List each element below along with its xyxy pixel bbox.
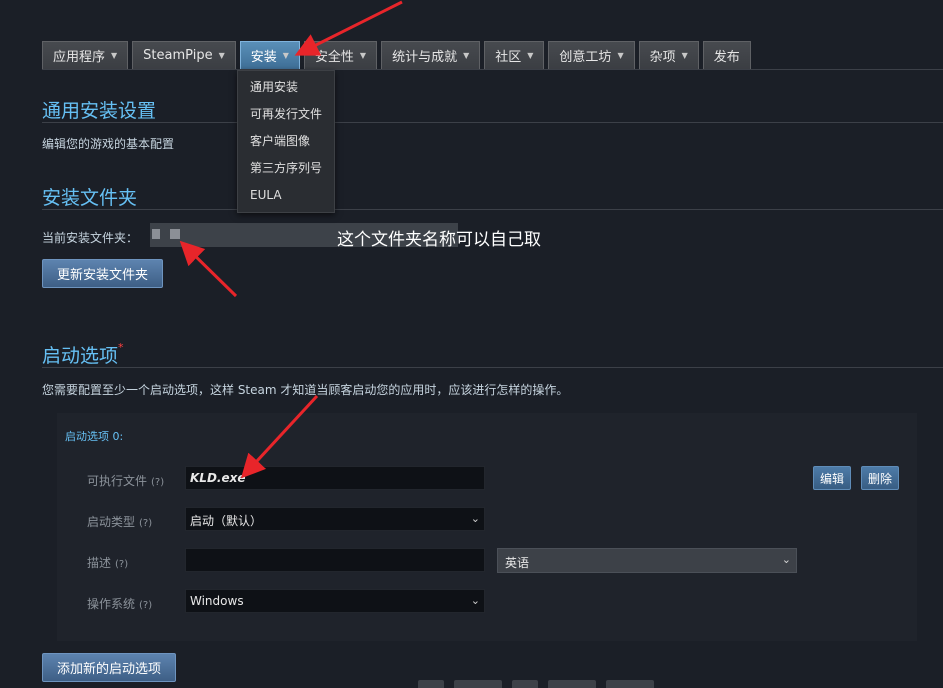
section-divider — [42, 209, 943, 210]
help-icon[interactable]: (?) — [139, 600, 152, 611]
chevron-down-icon: ⌄ — [781, 553, 791, 566]
launch-type-label-text: 启动类型 — [87, 515, 136, 529]
language-select[interactable]: 英语 ⌄ — [497, 548, 797, 573]
launch-options-description: 您需要配置至少一个启动选项，这样 Steam 才知道当顾客启动您的应用时，应该进… — [42, 383, 569, 397]
caret-down-icon: ▼ — [282, 51, 289, 60]
tab-applications[interactable]: 应用程序 ▼ — [42, 41, 129, 69]
edit-button[interactable]: 编辑 — [813, 466, 852, 490]
page-button[interactable] — [418, 680, 444, 688]
update-install-folder-button[interactable]: 更新安装文件夹 — [42, 259, 164, 288]
tab-community[interactable]: 社区 ▼ — [484, 41, 545, 69]
tab-label: 社区 — [495, 50, 522, 65]
caret-down-icon: ▼ — [359, 51, 367, 60]
tab-label: 统计与成就 — [392, 50, 458, 65]
tab-label: 杂项 — [649, 50, 676, 65]
help-icon[interactable]: (?) — [151, 477, 164, 488]
caret-down-icon: ▼ — [527, 51, 534, 60]
os-select[interactable]: Windows ⌄ — [185, 589, 485, 613]
tab-label: SteamPipe — [143, 48, 213, 63]
tab-workshop[interactable]: 创意工坊 ▼ — [548, 41, 635, 69]
tab-label: 应用程序 — [53, 50, 106, 65]
caret-down-icon: ▼ — [218, 51, 225, 60]
launch-options-title-text: 启动选项 — [42, 345, 119, 367]
chevron-down-icon: ⌄ — [470, 512, 480, 525]
page-button[interactable] — [454, 680, 502, 688]
tab-label: 创意工坊 — [559, 50, 612, 65]
menu-item-client-images[interactable]: 客户端图像 — [238, 128, 334, 155]
caret-down-icon: ▼ — [617, 51, 624, 60]
launch-option-0-title: 启动选项 0: — [65, 430, 124, 443]
current-folder-label: 当前安装文件夹： — [42, 231, 139, 245]
add-launch-option-button[interactable]: 添加新的启动选项 — [42, 653, 177, 682]
launch-type-value: 启动（默认） — [190, 514, 263, 528]
page-button[interactable] — [606, 680, 654, 688]
tab-misc[interactable]: 杂项 ▼ — [638, 41, 699, 69]
redaction-mark — [170, 229, 180, 239]
os-value: Windows — [190, 594, 244, 608]
menu-item-general-install[interactable]: 通用安装 — [238, 74, 334, 101]
delete-button[interactable]: 删除 — [861, 466, 900, 490]
required-mark: * — [118, 341, 124, 354]
top-nav-tabs: 应用程序 ▼ SteamPipe ▼ 安装 ▼ 安全性 ▼ 统计与成就 ▼ 社区 ▼ 创意工… — [42, 41, 751, 69]
tab-label: 安全性 — [314, 50, 354, 65]
install-dropdown-menu: 通用安装 可再发行文件 客户端图像 第三方序列号 EULA — [237, 70, 335, 213]
redaction-mark — [152, 229, 160, 239]
executable-label: 可执行文件 (?) — [87, 472, 164, 489]
annotation-text: 这个文件夹名称可以自己取 — [337, 230, 541, 250]
launch-type-select[interactable]: 启动（默认） ⌄ — [185, 507, 485, 531]
launch-options-title: 启动选项* — [42, 341, 124, 368]
tab-label: 安装 — [250, 50, 277, 65]
caret-down-icon: ▼ — [463, 51, 470, 60]
description-label-text: 描述 — [87, 556, 112, 570]
help-icon[interactable]: (?) — [115, 559, 128, 570]
executable-label-text: 可执行文件 — [87, 474, 148, 488]
menu-item-eula[interactable]: EULA — [238, 182, 334, 209]
general-install-description: 编辑您的游戏的基本配置 — [42, 137, 175, 151]
caret-down-icon: ▼ — [111, 51, 118, 60]
executable-value: KLD.exe — [190, 471, 246, 485]
tab-installation[interactable]: 安装 ▼ — [239, 41, 300, 69]
page-button[interactable] — [512, 680, 538, 688]
menu-item-redistributables[interactable]: 可再发行文件 — [238, 101, 334, 128]
os-label-text: 操作系统 — [87, 597, 136, 611]
chevron-down-icon: ⌄ — [470, 594, 480, 607]
launch-type-label: 启动类型 (?) — [87, 513, 152, 530]
menu-item-third-party-keys[interactable]: 第三方序列号 — [238, 155, 334, 182]
section-divider — [42, 122, 943, 123]
tab-stats-achievements[interactable]: 统计与成就 ▼ — [381, 41, 481, 69]
install-folder-title: 安装文件夹 — [42, 187, 138, 209]
tab-steampipe[interactable]: SteamPipe ▼ — [132, 41, 236, 69]
description-label: 描述 (?) — [87, 554, 128, 571]
general-install-title: 通用安装设置 — [42, 100, 157, 122]
tab-label: 发布 — [713, 50, 740, 65]
tab-security[interactable]: 安全性 ▼ — [303, 41, 378, 69]
tab-publish[interactable]: 发布 — [702, 41, 751, 69]
red-arrow-icon — [179, 240, 238, 298]
tab-divider — [42, 69, 943, 70]
help-icon[interactable]: (?) — [139, 518, 152, 529]
os-label: 操作系统 (?) — [87, 595, 152, 612]
description-input[interactable] — [185, 548, 485, 572]
section-divider — [42, 367, 943, 368]
language-value: 英语 — [505, 556, 530, 570]
page-button[interactable] — [548, 680, 596, 688]
caret-down-icon: ▼ — [681, 51, 688, 60]
executable-input[interactable]: KLD.exe — [185, 466, 485, 490]
